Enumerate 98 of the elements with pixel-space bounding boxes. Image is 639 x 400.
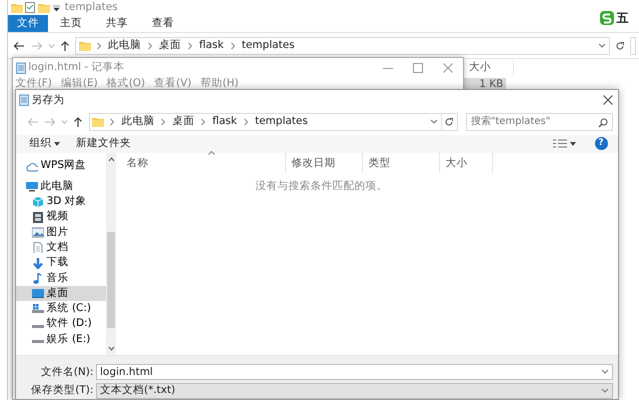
scrollbar[interactable] <box>106 153 116 356</box>
download-icon <box>32 258 44 269</box>
drive-icon <box>32 303 44 314</box>
sidebar-item[interactable]: 此电脑 <box>16 178 106 194</box>
scroll-thumb[interactable] <box>107 232 115 328</box>
file-name-field[interactable]: login.html <box>96 364 613 380</box>
notepad-icon <box>16 62 26 74</box>
menu-item[interactable]: 文件(F) <box>16 76 52 92</box>
window-title: 另存为 <box>31 92 64 108</box>
chevron-icon <box>242 118 249 126</box>
menu-item[interactable]: 查看(V) <box>154 76 192 92</box>
list-view-icon <box>553 139 568 148</box>
sidebar-item[interactable]: 娱乐 (E:) <box>16 332 106 348</box>
chevron-icon <box>160 118 166 126</box>
chevron-icon <box>109 118 116 126</box>
column-header[interactable]: 大小 <box>440 153 494 174</box>
scroll-up-icon[interactable] <box>108 157 114 162</box>
document-icon <box>32 242 44 254</box>
film-icon <box>32 212 44 223</box>
folder-icon <box>10 2 23 13</box>
back-arrow-icon[interactable] <box>13 40 26 50</box>
sidebar-item[interactable]: 桌面 <box>16 286 106 302</box>
drive-icon <box>32 324 44 328</box>
dropdown-caret-icon[interactable] <box>52 4 60 10</box>
column-header[interactable]: 名称 <box>121 153 286 174</box>
caret-icon <box>570 142 576 146</box>
sidebar-item[interactable]: 视频 <box>16 210 106 225</box>
breadcrumb-item[interactable]: flask <box>212 114 237 130</box>
ribbon-tab[interactable]: 查看 <box>140 15 186 32</box>
sidebar-item[interactable]: WPS网盘 <box>16 158 106 174</box>
folder-icon <box>92 116 104 128</box>
properties-icon[interactable] <box>25 2 36 13</box>
drive-icon <box>32 340 44 344</box>
dropdown-chevron-icon[interactable] <box>598 42 606 48</box>
dropdown-chevron-icon[interactable] <box>430 118 438 125</box>
ribbon-tab[interactable]: 共享 <box>94 15 140 32</box>
sidebar-item[interactable]: 3D 对象 <box>16 194 106 210</box>
field-label: 保存类型(T): <box>30 383 94 398</box>
monitor-icon <box>26 181 38 192</box>
forward-arrow-icon[interactable] <box>44 116 56 127</box>
empty-message: 没有与搜索条件匹配的项。 <box>254 179 388 194</box>
image-icon <box>32 226 44 238</box>
breadcrumb-item[interactable]: templates <box>254 114 308 130</box>
search-field[interactable]: 搜索"templates" <box>466 112 613 131</box>
cloud-icon <box>26 160 38 172</box>
caret-icon <box>54 142 60 146</box>
search-icon <box>598 118 608 128</box>
chevron-icon <box>230 42 236 50</box>
close-icon[interactable] <box>602 95 613 106</box>
breadcrumb-item[interactable]: 桌面 <box>172 114 194 130</box>
chevron-icon <box>187 42 194 50</box>
search-field[interactable] <box>630 36 636 54</box>
input-mode-label[interactable]: 五 <box>616 9 629 27</box>
menu-item[interactable]: 格式(O) <box>106 76 146 92</box>
refresh-icon[interactable] <box>444 116 454 127</box>
menu-item[interactable]: 帮助(H) <box>200 76 239 92</box>
sidebar-item[interactable]: 软件 (D:) <box>16 316 106 332</box>
dropdown-chevron-icon[interactable] <box>600 388 609 394</box>
sidebar-item[interactable]: 系统 (C:) <box>16 301 106 317</box>
dropdown-chevron-icon[interactable] <box>600 369 609 376</box>
folder-icon <box>78 40 91 51</box>
forward-arrow-icon[interactable] <box>30 40 42 50</box>
input-method-logo-icon[interactable] <box>600 11 614 25</box>
toolbar-button[interactable]: 组织 <box>21 136 68 152</box>
menu-item[interactable]: 编辑(E) <box>60 76 98 92</box>
breadcrumb-item[interactable]: flask <box>199 38 224 54</box>
window-title: templates <box>64 0 118 15</box>
chevron-icon <box>96 42 102 50</box>
desktop-icon <box>32 288 44 300</box>
sidebar-item[interactable]: 图片 <box>16 224 106 240</box>
sidebar-item[interactable]: 文档 <box>16 240 106 256</box>
up-arrow-icon[interactable] <box>73 116 84 128</box>
field-label: 文件名(N): <box>40 364 94 380</box>
chevron-icon <box>147 42 154 50</box>
ribbon-tab[interactable]: 主页 <box>48 15 94 32</box>
breadcrumb-item[interactable]: 此电脑 <box>108 38 142 54</box>
column-header[interactable]: 类型 <box>363 153 440 174</box>
address-bar[interactable]: 此电脑 桌面 flask templates <box>88 112 458 131</box>
sort-caret-icon <box>208 151 216 156</box>
refresh-icon[interactable] <box>615 40 626 50</box>
sidebar-item[interactable]: 音乐 <box>16 270 106 286</box>
file-type-dropdown[interactable]: 文本文档(*.txt) <box>96 383 613 399</box>
breadcrumb-item[interactable]: templates <box>242 38 295 54</box>
address-bar[interactable]: 此电脑 桌面 flask templates <box>75 36 610 54</box>
cube-icon <box>32 196 44 208</box>
column-header[interactable]: 修改日期 <box>286 153 364 174</box>
chevron-icon <box>200 118 206 126</box>
toolbar-button[interactable]: 新建文件夹 <box>68 136 139 152</box>
sidebar-item[interactable]: 下载 <box>16 255 106 271</box>
music-note-icon <box>32 272 44 284</box>
breadcrumb-item[interactable]: 此电脑 <box>121 114 154 130</box>
up-arrow-icon[interactable] <box>60 40 70 51</box>
notepad-icon <box>18 94 29 106</box>
maximize-icon[interactable] <box>413 62 423 72</box>
breadcrumb-item[interactable]: 桌面 <box>159 38 182 54</box>
window-title: login.html - 记事本 <box>28 60 125 75</box>
scroll-down-icon[interactable] <box>108 346 114 352</box>
help-button[interactable]: ? <box>594 137 608 150</box>
